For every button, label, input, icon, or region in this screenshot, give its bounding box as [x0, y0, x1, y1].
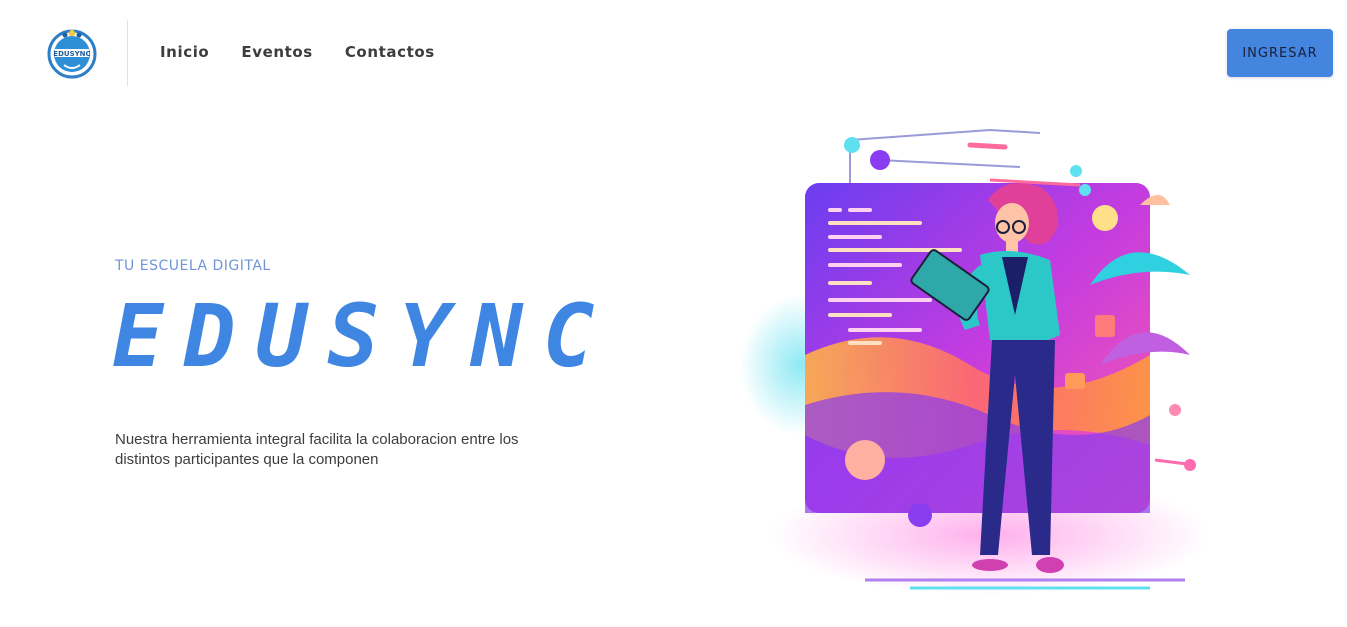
login-button[interactable]: INGRESAR	[1227, 29, 1333, 77]
hero-description: Nuestra herramienta integral facilita la…	[115, 431, 519, 468]
edusync-logo-icon[interactable]: EDUSYNC	[46, 27, 98, 79]
nav-link-eventos[interactable]: Eventos	[241, 43, 312, 61]
site-header: EDUSYNC Inicio Eventos Contactos INGRESA…	[0, 0, 1347, 106]
woman-with-tablet-illustration	[740, 128, 1210, 595]
hero-title: EDUSYNC	[112, 287, 615, 387]
main-nav: Inicio Eventos Contactos	[160, 43, 435, 61]
header-divider	[127, 20, 128, 86]
nav-link-inicio[interactable]: Inicio	[160, 43, 209, 61]
svg-text:EDUSYNC: EDUSYNC	[53, 50, 90, 58]
hero-eyebrow: TU ESCUELA DIGITAL	[115, 258, 271, 274]
nav-link-contactos[interactable]: Contactos	[345, 43, 435, 61]
